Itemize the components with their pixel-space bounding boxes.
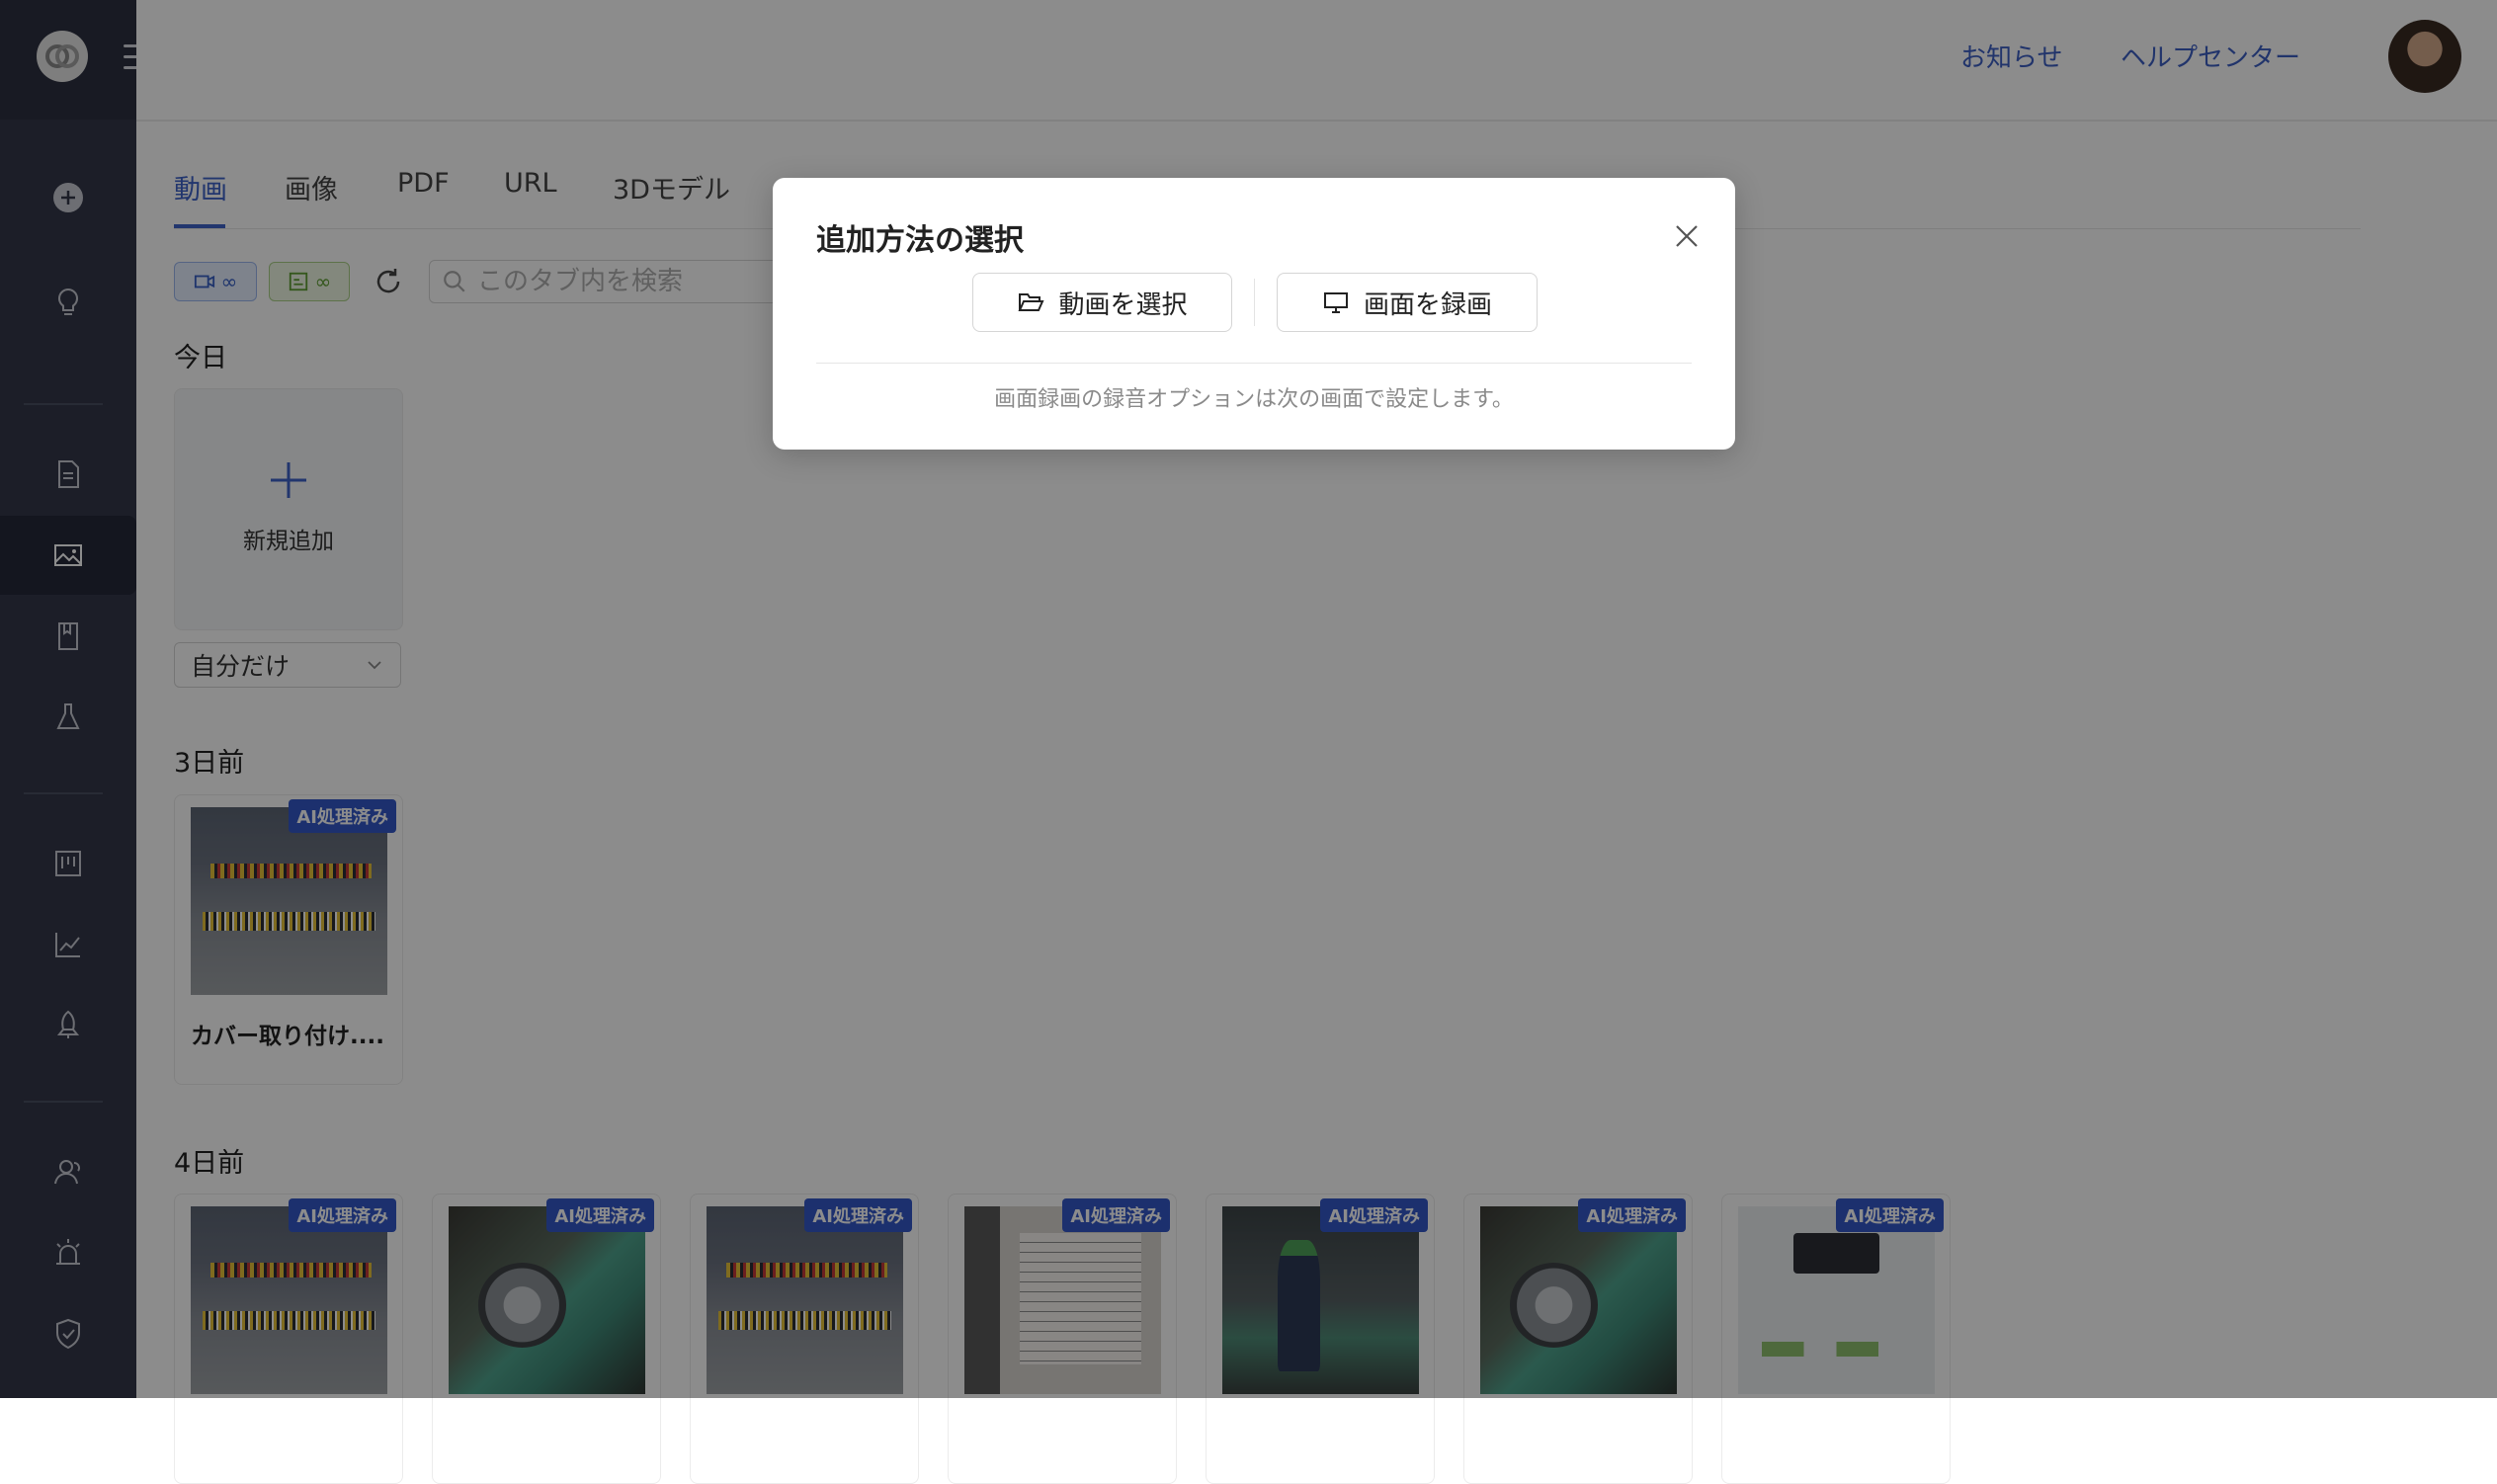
select-video-button[interactable]: 動画を選択 <box>972 273 1232 332</box>
record-screen-label: 画面を録画 <box>1363 289 1492 320</box>
record-screen-button[interactable]: 画面を録画 <box>1277 273 1538 332</box>
button-separator <box>1254 279 1255 326</box>
add-method-dialog: 追加方法の選択 動画を選択 画面を録画 画面録画の録音オプションは次の画面で設定… <box>773 178 1735 450</box>
folder-open-icon <box>1018 293 1045 311</box>
dialog-note: 画面録画の録音オプションは次の画面で設定します。 <box>994 387 1514 412</box>
monitor-icon <box>1323 292 1348 313</box>
dialog-title: 追加方法の選択 <box>816 223 1024 258</box>
dialog-divider <box>816 363 1692 364</box>
close-icon[interactable] <box>1672 221 1702 251</box>
select-video-label: 動画を選択 <box>1058 289 1188 320</box>
